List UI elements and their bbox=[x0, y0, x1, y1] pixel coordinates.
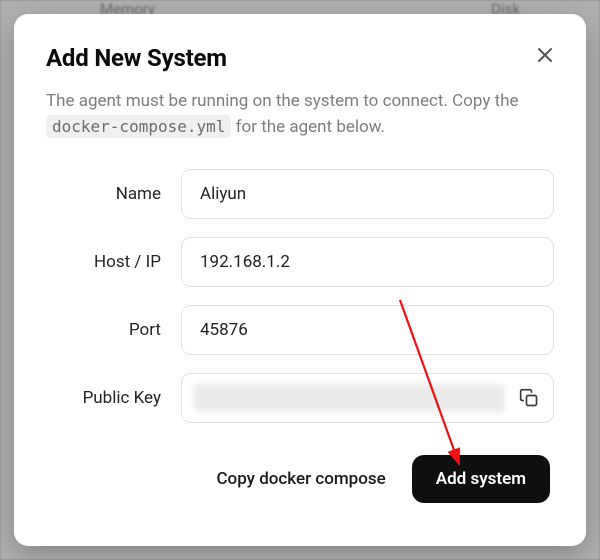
copy-icon bbox=[519, 388, 539, 408]
label-port: Port bbox=[46, 320, 161, 340]
row-public-key: Public Key bbox=[46, 373, 554, 423]
row-host: Host / IP bbox=[46, 237, 554, 287]
add-system-button[interactable]: Add system bbox=[412, 455, 550, 503]
public-key-field[interactable] bbox=[181, 373, 554, 423]
host-input[interactable] bbox=[181, 237, 554, 287]
modal-footer: Copy docker compose Add system bbox=[46, 455, 554, 503]
label-public-key: Public Key bbox=[46, 388, 161, 408]
close-button[interactable] bbox=[532, 42, 558, 68]
form: Name Host / IP Port Public Key bbox=[46, 169, 554, 423]
modal-desc-text: The agent must be running on the system … bbox=[46, 91, 519, 111]
modal-desc-text-after: for the agent below. bbox=[231, 117, 385, 137]
port-input[interactable] bbox=[181, 305, 554, 355]
copy-key-button[interactable] bbox=[515, 384, 543, 412]
modal-title: Add New System bbox=[46, 44, 227, 72]
name-input[interactable] bbox=[181, 169, 554, 219]
code-filename: docker-compose.yml bbox=[46, 115, 231, 138]
modal-description: The agent must be running on the system … bbox=[46, 88, 554, 141]
close-icon bbox=[536, 46, 554, 64]
label-host: Host / IP bbox=[46, 252, 161, 272]
label-name: Name bbox=[46, 184, 161, 204]
row-port: Port bbox=[46, 305, 554, 355]
row-name: Name bbox=[46, 169, 554, 219]
add-system-modal: Add New System The agent must be running… bbox=[14, 14, 586, 546]
copy-docker-compose-button[interactable]: Copy docker compose bbox=[216, 469, 385, 489]
public-key-masked bbox=[194, 384, 505, 412]
